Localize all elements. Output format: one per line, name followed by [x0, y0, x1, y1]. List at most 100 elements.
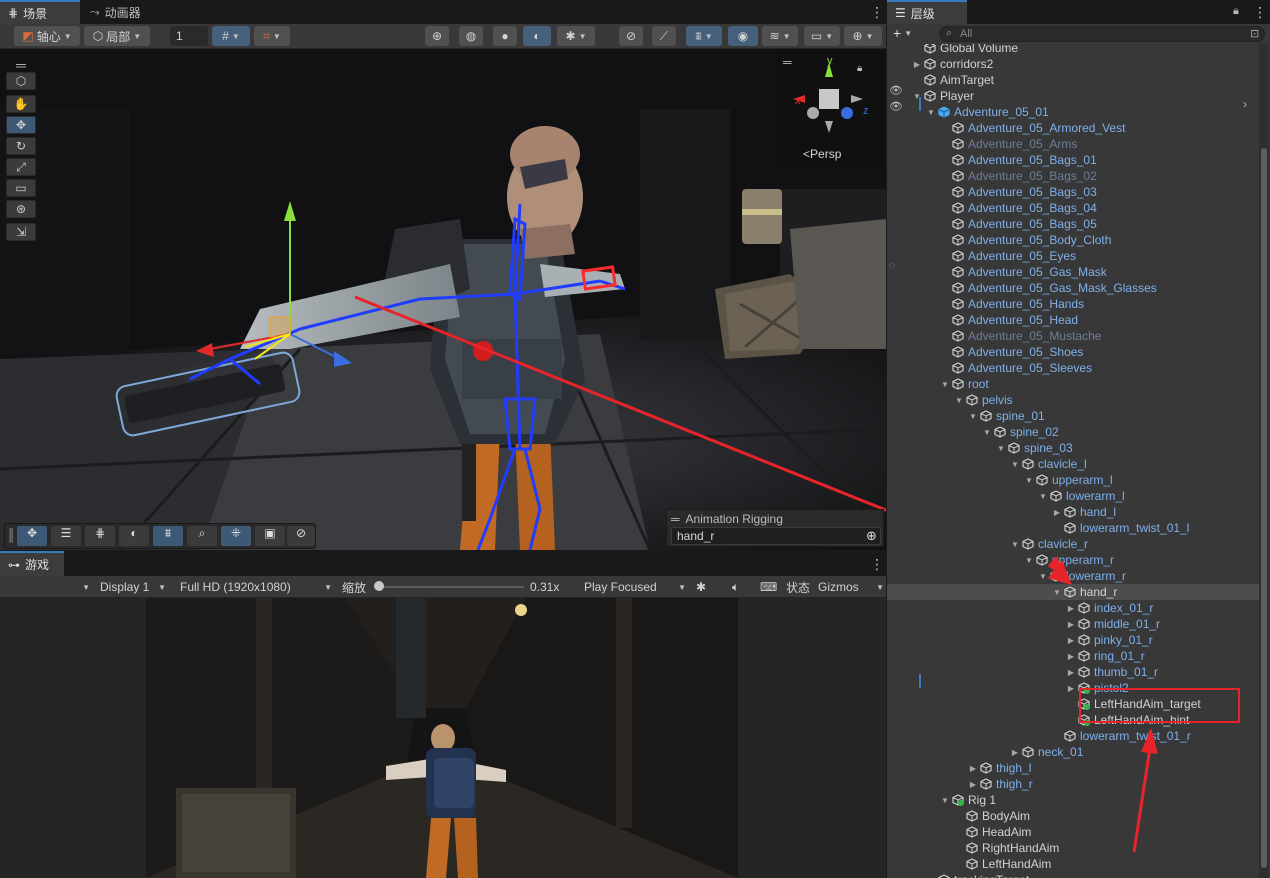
- rigging-field[interactable]: hand_r ⊕: [671, 527, 881, 545]
- tab-game[interactable]: ⊶ 游戏: [0, 551, 64, 576]
- hierarchy-item[interactable]: Adventure_05_Bags_04: [887, 200, 1259, 216]
- hierarchy-item[interactable]: Adventure_05_Bags_03: [887, 184, 1259, 200]
- hierarchy-item[interactable]: ▼ upperarm_l: [887, 472, 1259, 488]
- hierarchy-item[interactable]: Adventure_05_Head: [887, 312, 1259, 328]
- expand-right-icon[interactable]: ▶: [967, 780, 979, 789]
- hierarchy-item[interactable]: ▼ lowerarm_l: [887, 488, 1259, 504]
- add-icon[interactable]: ⊕: [866, 528, 877, 544]
- toolbar-handle[interactable]: ═: [6, 57, 36, 73]
- hierarchy-item[interactable]: BodyAim: [887, 808, 1259, 824]
- hierarchy-item[interactable]: Adventure_05_Bags_02: [887, 168, 1259, 184]
- expand-down-icon[interactable]: ▼: [995, 444, 1007, 453]
- hierarchy-item[interactable]: ▼ Adventure_05_01: [887, 104, 1259, 120]
- game-view[interactable]: [0, 598, 886, 878]
- tab-scene[interactable]: ⋕ 场景: [0, 0, 80, 24]
- hierarchy-item[interactable]: Adventure_05_Eyes: [887, 248, 1259, 264]
- expand-right-icon[interactable]: ▶: [967, 764, 979, 773]
- hierarchy-item[interactable]: Global Volume: [887, 44, 1259, 56]
- rotate-tool-button[interactable]: ↻: [6, 137, 36, 155]
- expand-right-icon[interactable]: ▶: [1065, 636, 1077, 645]
- expand-down-icon[interactable]: ▼: [967, 412, 979, 421]
- tab-animator[interactable]: ⤳ 动画器: [82, 0, 162, 24]
- hierarchy-item[interactable]: LeftHandAim: [887, 856, 1259, 872]
- hierarchy-item[interactable]: trackingTarget: [887, 872, 1259, 878]
- expand-down-icon[interactable]: ▼: [1009, 540, 1021, 549]
- hierarchy-item[interactable]: Adventure_05_Bags_05: [887, 216, 1259, 232]
- expand-down-icon[interactable]: ▼: [1023, 556, 1035, 565]
- hierarchy-item[interactable]: ▶ thigh_l: [887, 760, 1259, 776]
- game-menu-icon[interactable]: ⋮: [870, 557, 884, 571]
- audio-mute-icon[interactable]: 🔈︎: [732, 578, 739, 596]
- overlay-layers-button[interactable]: ⩩: [153, 526, 183, 546]
- hierarchy-item[interactable]: ▶ thigh_r: [887, 776, 1259, 792]
- debug-draw-button[interactable]: ✱ ▼: [557, 26, 595, 46]
- hierarchy-item[interactable]: ▶ neck_01: [887, 744, 1259, 760]
- hierarchy-item[interactable]: Adventure_05_Shoes: [887, 344, 1259, 360]
- drag-handle-icon[interactable]: ═: [671, 512, 680, 526]
- gizmos-dropdown[interactable]: ⊕ ▼: [844, 26, 882, 46]
- visibility-toggle-button[interactable]: ◉: [728, 26, 758, 46]
- hierarchy-item[interactable]: ▼ Rig 1: [887, 792, 1259, 808]
- hierarchy-item[interactable]: Adventure_05_Gas_Mask: [887, 264, 1259, 280]
- hierarchy-item[interactable]: ▶ thumb_01_r: [887, 664, 1259, 680]
- layers-dropdown[interactable]: ≋ ▼: [762, 26, 798, 46]
- hierarchy-item[interactable]: Adventure_05_Arms: [887, 136, 1259, 152]
- overlay-sliders-button[interactable]: ☰: [51, 526, 81, 546]
- tab-hierarchy[interactable]: ☰ 层级: [887, 0, 967, 24]
- scale-slider-thumb[interactable]: [374, 581, 384, 591]
- draw-mode-lit-button[interactable]: ◐: [523, 26, 551, 46]
- grid-snap-button[interactable]: # ▼: [212, 26, 250, 46]
- play-mode-dropdown[interactable]: Play Focused ▼: [580, 578, 690, 596]
- scene-menu-icon[interactable]: ⋮: [870, 5, 884, 19]
- stats-button[interactable]: 状态: [786, 578, 810, 596]
- hierarchy-item[interactable]: ▼ root: [887, 376, 1259, 392]
- draw-mode-shaded-wire-button[interactable]: ◍: [459, 26, 483, 46]
- overlay-shading-button[interactable]: ◐: [119, 526, 149, 546]
- hierarchy-item[interactable]: ▶ pinky_01_r: [887, 632, 1259, 648]
- lock-icon[interactable]: 🔒︎: [1233, 5, 1239, 18]
- overlay-dots-button[interactable]: ⁜: [221, 526, 251, 546]
- overlay-handle[interactable]: ║: [7, 528, 16, 542]
- game-view-dropdown[interactable]: ▼: [4, 578, 90, 596]
- grid-size-input[interactable]: 1: [170, 26, 208, 46]
- scene-view[interactable]: ═ ⬡ ✋ ✥ ↻ ⤢ ▭ ⊛ ⇲ ═ 🔒︎ y x z <Persp ║ ✥ …: [0, 49, 886, 550]
- rect-tool-button[interactable]: ▭: [6, 179, 36, 197]
- hierarchy-item[interactable]: Adventure_05_Hands: [887, 296, 1259, 312]
- expand-right-icon[interactable]: ▶: [1065, 604, 1077, 613]
- expand-down-icon[interactable]: ▼: [981, 428, 993, 437]
- hierarchy-item[interactable]: Adventure_05_Bags_01: [887, 152, 1259, 168]
- expand-right-icon[interactable]: ▶: [1065, 652, 1077, 661]
- expand-down-icon[interactable]: ▼: [911, 92, 923, 101]
- hierarchy-item[interactable]: ▶ middle_01_r: [887, 616, 1259, 632]
- hierarchy-search[interactable]: ⌕ All ⊡: [939, 26, 1265, 42]
- hierarchy-item[interactable]: ▼ spine_01: [887, 408, 1259, 424]
- hierarchy-item[interactable]: ▼ pelvis: [887, 392, 1259, 408]
- display-dropdown[interactable]: Display 1 ▼: [94, 578, 172, 596]
- expand-down-icon[interactable]: ▼: [953, 396, 965, 405]
- bug-icon[interactable]: ✱: [696, 578, 706, 596]
- hierarchy-item[interactable]: ▼ clavicle_l: [887, 456, 1259, 472]
- search-type-icon[interactable]: ⊡: [1250, 27, 1259, 40]
- local-dropdown[interactable]: ⬡ 局部 ▼: [84, 26, 150, 46]
- move-tool-button[interactable]: ✥: [6, 116, 36, 134]
- hierarchy-item[interactable]: ▼ Player: [887, 88, 1259, 104]
- expand-right-icon[interactable]: ▶: [1009, 748, 1021, 757]
- hierarchy-item[interactable]: ▼ upperarm_r: [887, 552, 1259, 568]
- expand-right-icon[interactable]: ▶: [1051, 508, 1063, 517]
- hierarchy-item[interactable]: ▼ clavicle_r: [887, 536, 1259, 552]
- expand-down-icon[interactable]: ▼: [1009, 460, 1021, 469]
- draw-mode-shaded-button[interactable]: ●: [493, 26, 517, 46]
- hierarchy-item[interactable]: ▶ corridors2: [887, 56, 1259, 72]
- hierarchy-scrollbar[interactable]: [1259, 44, 1269, 878]
- hand-tool-button[interactable]: ✋: [6, 95, 36, 113]
- custom-tool-button[interactable]: ⇲: [6, 223, 36, 241]
- 2d-toggle-button[interactable]: ⊘: [619, 26, 643, 46]
- expand-right-icon[interactable]: ▶: [1065, 684, 1077, 693]
- expand-right-icon[interactable]: ▶: [911, 60, 923, 69]
- hierarchy-item[interactable]: Adventure_05_Armored_Vest: [887, 120, 1259, 136]
- gizmos-dropdown[interactable]: Gizmos ▼: [818, 578, 884, 596]
- hierarchy-item[interactable]: ▼ hand_r: [887, 584, 1259, 600]
- overlay-search-button[interactable]: ⌕: [187, 526, 217, 546]
- transform-tool-button[interactable]: ⊛: [6, 200, 36, 218]
- snap-increment-button[interactable]: ⌗ ▼: [254, 26, 290, 46]
